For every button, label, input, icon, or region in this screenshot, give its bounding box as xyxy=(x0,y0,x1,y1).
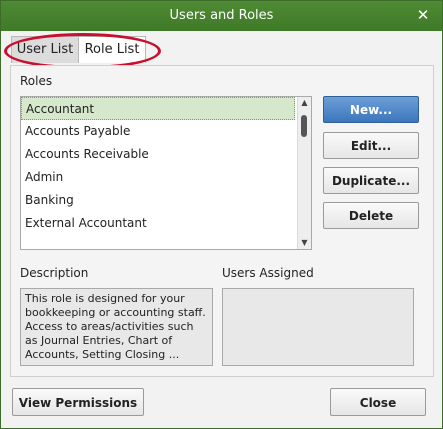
users-assigned-label: Users Assigned xyxy=(222,266,314,280)
tab-role-list[interactable]: Role List xyxy=(78,36,146,63)
tab-strip: User List Role List xyxy=(1,31,442,65)
description-label: Description xyxy=(20,266,89,280)
description-text: This role is designed for your bookkeepi… xyxy=(20,288,213,366)
window-title: Users and Roles xyxy=(169,8,274,23)
delete-button[interactable]: Delete xyxy=(323,202,419,229)
close-button[interactable]: Close xyxy=(330,388,426,416)
users-assigned-list[interactable] xyxy=(222,288,414,366)
scroll-down-icon[interactable]: ▼ xyxy=(298,237,311,249)
list-item[interactable]: External Accountant xyxy=(21,212,311,235)
view-permissions-button[interactable]: View Permissions xyxy=(12,388,144,416)
close-icon[interactable]: ✕ xyxy=(414,6,432,24)
title-bar: Users and Roles ✕ xyxy=(1,1,442,31)
list-item[interactable]: Admin xyxy=(21,166,311,189)
edit-button[interactable]: Edit... xyxy=(323,132,419,159)
role-list-panel: Roles Accountant Accounts Payable Accoun… xyxy=(10,65,434,377)
roles-label: Roles xyxy=(20,74,53,88)
list-item[interactable]: Accounts Payable xyxy=(21,120,311,143)
roles-list[interactable]: Accountant Accounts Payable Accounts Rec… xyxy=(20,96,312,250)
users-and-roles-window: Users and Roles ✕ User List Role List Ro… xyxy=(0,0,443,429)
duplicate-button[interactable]: Duplicate... xyxy=(323,167,419,194)
roles-scrollbar[interactable]: ▲ ▼ xyxy=(297,97,311,249)
tab-user-list[interactable]: User List xyxy=(11,36,79,63)
scroll-up-icon[interactable]: ▲ xyxy=(298,97,311,109)
list-item[interactable]: Accounts Receivable xyxy=(21,143,311,166)
new-button[interactable]: New... xyxy=(323,96,419,123)
list-item[interactable]: Banking xyxy=(21,189,311,212)
list-item[interactable]: Accountant xyxy=(21,97,295,120)
scroll-thumb[interactable] xyxy=(301,115,307,137)
